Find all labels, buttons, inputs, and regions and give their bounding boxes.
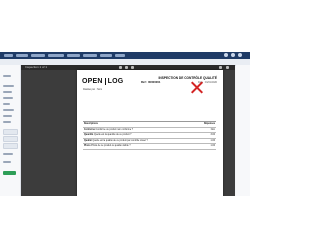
sidebar-item[interactable] xyxy=(3,153,13,155)
sidebar-item[interactable] xyxy=(3,115,12,117)
inspection-table: Descriptions Réponses Conforme Conforme … xyxy=(83,121,216,150)
row-key: Quantité xyxy=(84,134,94,136)
row-key: Photo xyxy=(84,145,91,147)
row-key: Qualité xyxy=(84,139,92,142)
left-sidebar xyxy=(0,65,21,196)
user-avatar-icon[interactable] xyxy=(238,53,242,57)
sidebar-button[interactable] xyxy=(3,129,18,135)
right-panel xyxy=(236,65,250,196)
zoom-in-icon[interactable] xyxy=(125,66,128,69)
logo-text-left: OPEN xyxy=(82,77,103,85)
sidebar-item[interactable] xyxy=(3,85,14,87)
sidebar-item[interactable] xyxy=(3,103,10,105)
menu-item[interactable] xyxy=(100,54,112,57)
logo-text-right: LOG xyxy=(107,77,124,85)
header-descriptions: Descriptions xyxy=(84,123,98,125)
sidebar-button[interactable] xyxy=(3,143,18,149)
sidebar-button[interactable] xyxy=(3,136,18,142)
sidebar-item[interactable] xyxy=(3,121,11,123)
company-logo: OPEN LOG xyxy=(82,77,123,85)
header-responses: Réponses xyxy=(204,123,215,125)
row-value: Non xyxy=(210,128,215,131)
sidebar-item[interactable] xyxy=(3,161,11,163)
document-name: Inspection 1 of 1 xyxy=(25,65,48,69)
menu-item[interactable] xyxy=(4,54,13,57)
sidebar-item[interactable] xyxy=(3,75,11,77)
document-title: INSPECTION DE CONTRÔLE QUALITÉ xyxy=(158,76,217,80)
sidebar-item[interactable] xyxy=(3,97,13,99)
print-icon[interactable] xyxy=(226,66,229,69)
notification-icon[interactable] xyxy=(224,53,228,57)
menu-item[interactable] xyxy=(31,54,45,57)
logo-divider xyxy=(104,77,106,85)
top-menu-bar xyxy=(0,52,250,59)
table-row: Photo Photo de ce produit ou qualité vis… xyxy=(83,144,216,150)
row-text: Quelle est la quantité de ce produit ? xyxy=(93,134,132,136)
row-value: 1.00 xyxy=(210,145,215,147)
row-text: Photo de ce produit ou qualité visible ? xyxy=(91,145,131,147)
application-window: Inspection 1 of 1 OPEN LOG INSPECTION DE… xyxy=(0,52,250,196)
pdf-page: OPEN LOG INSPECTION DE CONTRÔLE QUALITÉ … xyxy=(77,70,223,196)
menu-item[interactable] xyxy=(67,54,80,57)
zoom-out-icon[interactable] xyxy=(119,66,122,69)
row-value: 1.00 xyxy=(210,139,215,142)
validate-button[interactable] xyxy=(3,171,16,175)
row-value: 3.00 xyxy=(210,134,215,136)
document-reference: Réf : 00000001 xyxy=(141,80,161,84)
row-text: Quelle est la qualité de ce produit par … xyxy=(92,139,148,142)
sidebar-item[interactable] xyxy=(3,109,14,111)
menu-item[interactable] xyxy=(83,54,97,57)
non-conform-cross-icon xyxy=(190,81,203,94)
pdf-viewer: Inspection 1 of 1 OPEN LOG INSPECTION DE… xyxy=(21,65,235,196)
document-author: Réalisé par : Nom xyxy=(83,88,103,91)
menu-item[interactable] xyxy=(16,54,28,57)
menu-item[interactable] xyxy=(115,54,125,57)
row-text: Conforme ou produit non conforme ? xyxy=(95,128,134,131)
download-icon[interactable] xyxy=(219,66,222,69)
rotate-icon[interactable] xyxy=(131,66,134,69)
menu-item[interactable] xyxy=(48,54,64,57)
row-key: Conforme xyxy=(84,128,95,131)
sidebar-item[interactable] xyxy=(3,91,12,93)
settings-icon[interactable] xyxy=(231,53,235,57)
